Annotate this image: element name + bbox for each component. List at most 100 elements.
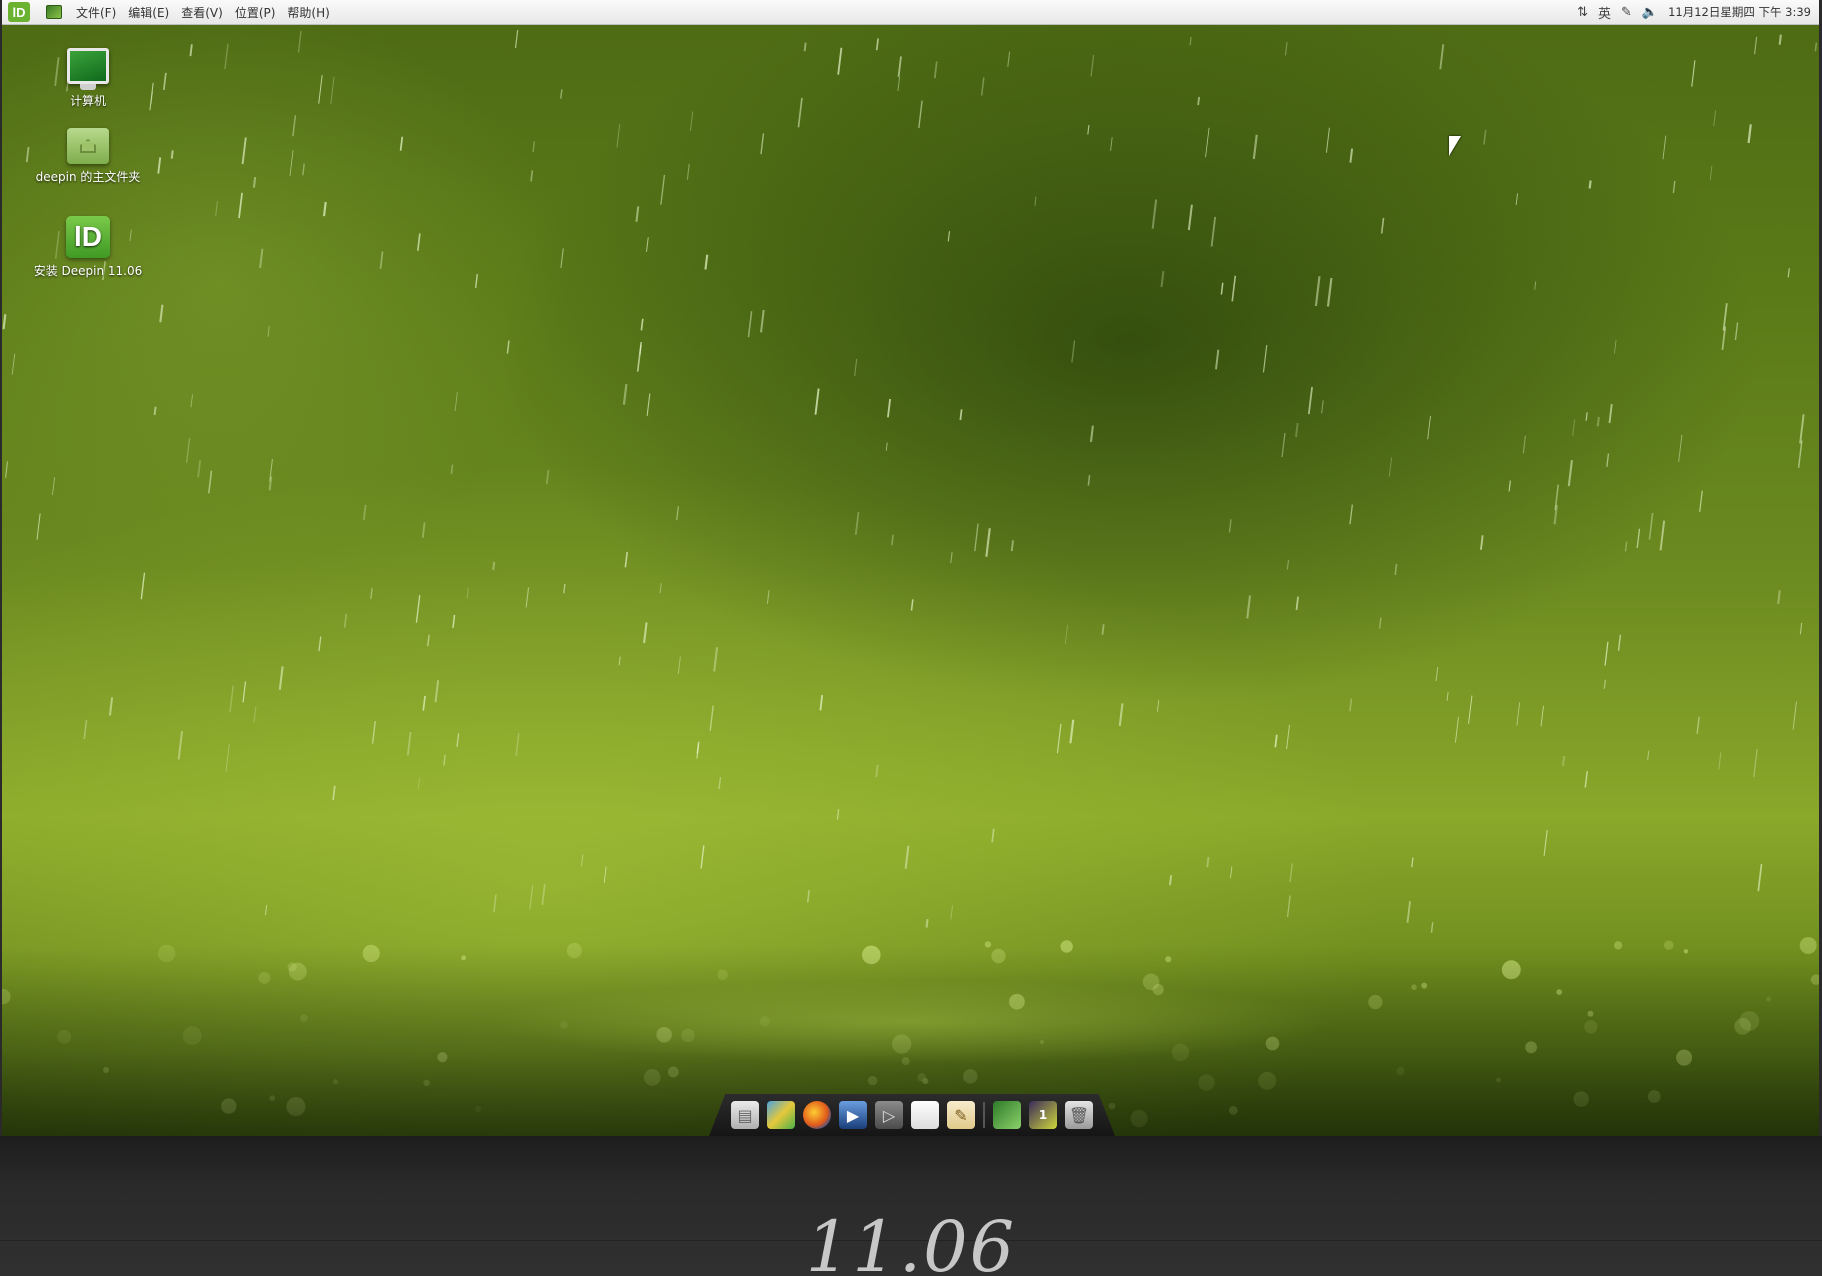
- input-method-icon[interactable]: 英: [1598, 3, 1611, 22]
- menu-help[interactable]: 帮助(H): [281, 4, 335, 21]
- rain-streak: [1089, 425, 1094, 443]
- rain-streak: [1349, 148, 1354, 163]
- rain-streak: [422, 695, 426, 711]
- desktop-icon-computer[interactable]: 计算机: [23, 48, 153, 109]
- rain-streak: [1034, 196, 1037, 207]
- tools-icon[interactable]: ✎: [1621, 5, 1632, 20]
- desktop-icon-label: 计算机: [69, 94, 106, 108]
- rain-streak: [643, 622, 648, 644]
- menu-places[interactable]: 位置(P): [229, 4, 282, 21]
- rain-streak: [854, 358, 858, 377]
- rain-streak: [718, 777, 722, 790]
- rain-streak: [1561, 755, 1566, 767]
- rain-streak: [259, 248, 264, 269]
- rain-streak: [1284, 42, 1288, 56]
- rain-streak: [1747, 124, 1752, 144]
- rain-streak: [1007, 51, 1011, 67]
- rain-streak: [1696, 716, 1700, 734]
- workspace-switcher-icon[interactable]: 1: [1029, 1101, 1057, 1129]
- notes-icon[interactable]: ✎: [947, 1101, 975, 1129]
- clock[interactable]: 11月12日星期四 下午 3:39: [1668, 4, 1811, 20]
- rain-streak: [635, 206, 640, 222]
- rain-streak: [443, 754, 446, 766]
- rain-streak: [1378, 617, 1382, 629]
- rain-streak: [1662, 135, 1667, 160]
- rain-streak: [1777, 590, 1781, 604]
- document-icon[interactable]: [911, 1101, 939, 1129]
- desktop-icon-install[interactable]: lD 安装 Deepin 11.06: [23, 216, 153, 279]
- rain-streak: [814, 388, 820, 415]
- rain-streak: [318, 636, 322, 652]
- rain-streak: [854, 511, 860, 536]
- rain-streak: [302, 163, 305, 176]
- rain-streak: [1799, 414, 1805, 444]
- firefox-icon[interactable]: [803, 1101, 831, 1129]
- rain-streak: [1286, 895, 1291, 917]
- deepin-install-icon: lD: [66, 216, 110, 258]
- rain-streak: [686, 163, 690, 180]
- rain-streak: [530, 170, 534, 182]
- desktop-icon-home[interactable]: deepin 的主文件夹: [23, 128, 153, 185]
- menu-view[interactable]: 查看(V): [175, 4, 229, 21]
- grass-bokeh: [1739, 1011, 1760, 1031]
- grass-bokeh: [1556, 989, 1563, 995]
- menu-edit[interactable]: 编辑(E): [122, 4, 175, 21]
- rain-streak: [991, 828, 995, 843]
- system-monitor-icon[interactable]: [993, 1101, 1021, 1129]
- menu-file[interactable]: 文件(F): [70, 4, 122, 21]
- grass-bokeh: [423, 1079, 430, 1087]
- rain-streak: [1168, 875, 1173, 886]
- grass-bokeh: [681, 1028, 695, 1043]
- rain-streak: [224, 43, 229, 70]
- rain-streak: [1603, 679, 1607, 689]
- photos-icon[interactable]: [767, 1101, 795, 1129]
- rain-streak: [1314, 276, 1321, 307]
- grass-bokeh: [333, 1079, 338, 1085]
- rain-streak: [836, 809, 840, 820]
- rain-streak: [1064, 624, 1068, 644]
- rain-streak: [646, 393, 651, 416]
- rain-streak: [189, 44, 193, 57]
- rain-streak: [177, 731, 184, 760]
- video-icon[interactable]: ▶: [839, 1101, 867, 1129]
- grass-bokeh: [286, 1097, 306, 1117]
- rain-streak: [157, 157, 162, 174]
- grass-bokeh: [1368, 994, 1383, 1010]
- rain-streak: [1480, 535, 1484, 550]
- rain-streak: [215, 200, 218, 216]
- network-icon[interactable]: ⇅: [1577, 5, 1588, 20]
- rain-streak: [950, 905, 954, 920]
- files-icon[interactable]: ▤: [731, 1101, 759, 1129]
- top-panel: lD 文件(F) 编辑(E) 查看(V) 位置(P) 帮助(H) ⇅ 英 ✎ 🔈…: [2, 0, 1819, 25]
- volume-icon[interactable]: 🔈: [1642, 5, 1658, 20]
- grass-bokeh: [1411, 984, 1417, 990]
- rain-streak: [229, 685, 234, 713]
- deepin-logo-button[interactable]: lD: [8, 2, 30, 22]
- grass-bokeh: [221, 1098, 237, 1114]
- rain-streak: [950, 552, 953, 564]
- rain-streak: [1090, 55, 1095, 77]
- media-player-icon[interactable]: ▷: [875, 1101, 903, 1129]
- rain-streak: [709, 705, 714, 731]
- rain-streak: [278, 666, 284, 690]
- dock-separator: [983, 1102, 985, 1128]
- grass-bokeh: [1009, 993, 1025, 1010]
- rain-streak: [690, 111, 694, 131]
- rain-streak: [1567, 459, 1573, 487]
- grass-bokeh: [1060, 940, 1073, 953]
- rain-streak: [1636, 528, 1641, 549]
- grass-bokeh: [759, 1016, 771, 1027]
- rain-streak: [52, 477, 56, 496]
- trash-icon[interactable]: 🗑: [1065, 1101, 1093, 1129]
- dock: ▤ ▶ ▷ ✎ 1 🗑: [709, 1094, 1115, 1136]
- rain-streak: [677, 656, 681, 675]
- rain-streak: [837, 47, 843, 75]
- file-manager-icon[interactable]: [46, 5, 62, 19]
- rain-streak: [532, 141, 536, 152]
- grass-bokeh: [922, 1078, 929, 1085]
- rain-streak: [1797, 440, 1803, 468]
- rain-streak: [370, 588, 373, 599]
- rain-streak: [1295, 596, 1299, 610]
- rain-streak: [713, 647, 719, 672]
- rain-streak: [1281, 432, 1286, 458]
